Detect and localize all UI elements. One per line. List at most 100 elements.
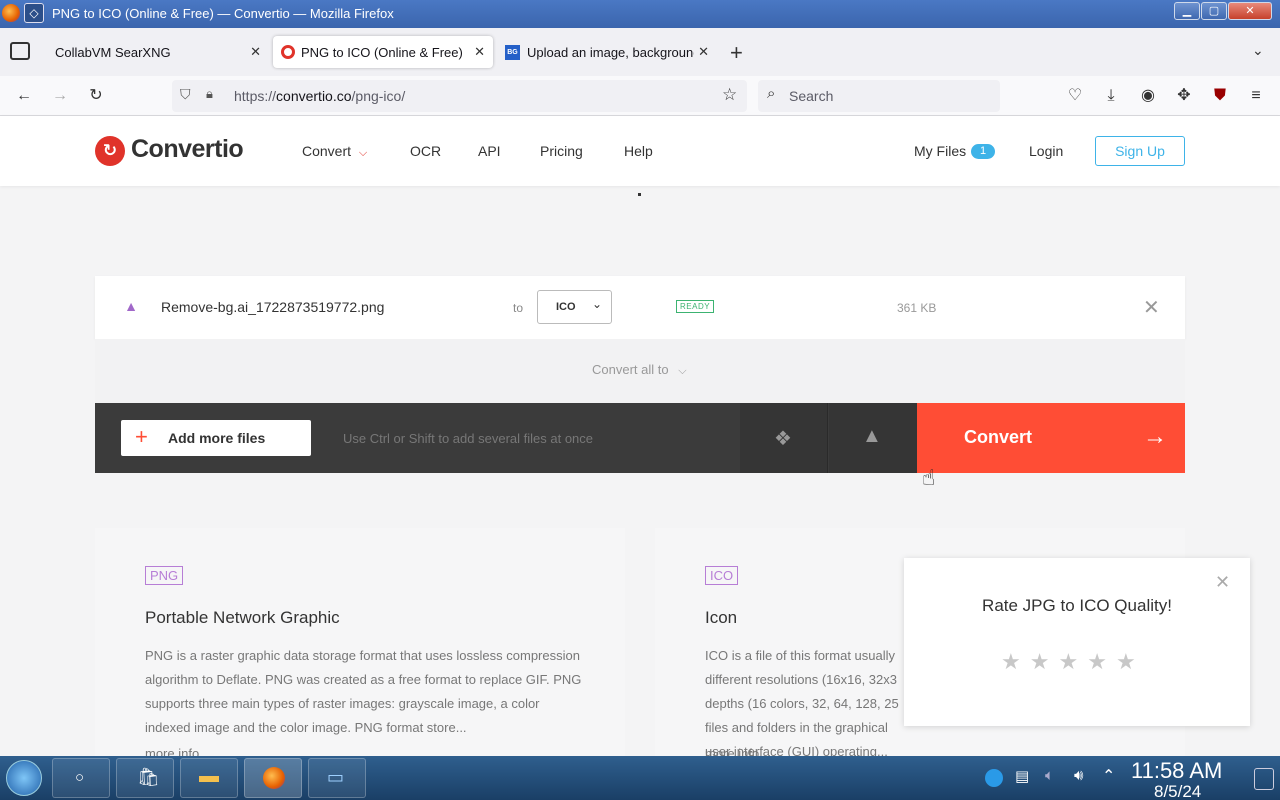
clock-date[interactable]: 8/5/24 [1154, 782, 1201, 800]
close-tab-icon[interactable]: ✕ [470, 44, 485, 60]
taskbar-explorer-button[interactable]: ▬ [180, 758, 238, 798]
file-row: ▲ Remove-bg.ai_1722873519772.png to ICO … [95, 276, 1185, 339]
firefox-icon [263, 767, 285, 789]
window-menu-icon[interactable]: ◇ [24, 3, 44, 23]
url-domain: convertio.co [276, 88, 352, 104]
new-tab-button[interactable]: + [730, 40, 743, 66]
account-icon[interactable]: ◉ [1136, 84, 1160, 108]
extensions-icon[interactable]: ✥ [1172, 84, 1196, 108]
popup-title: Rate JPG to ICO Quality! [982, 596, 1172, 615]
add-more-files-button[interactable]: + Add more files [121, 420, 311, 456]
nav-label: Convert [302, 143, 352, 159]
dropbox-button[interactable]: ❖ [740, 403, 828, 473]
clock-time[interactable]: 11:58 AM [1131, 758, 1222, 784]
tab-searxng[interactable]: CollabVM SearXNG ✕ [43, 36, 269, 68]
convert-button[interactable]: Convert → [917, 403, 1185, 473]
maximize-button[interactable]: ▢ [1201, 2, 1227, 20]
url-bar[interactable]: ⛉ 🔒︎ https://convertio.co/png-ico/ ☆ [172, 80, 747, 112]
convert-all-dropdown[interactable]: Convert all to ⌵ [592, 362, 687, 378]
dropbox-icon: ❖ [774, 428, 792, 450]
tab-label: CollabVM SearXNG [55, 45, 171, 60]
taskbar-search-button[interactable]: ○ [52, 758, 110, 798]
add-more-files-label: Add more files [168, 430, 266, 446]
format-tag-png: PNG [145, 566, 184, 585]
url-prefix: https:// [234, 88, 277, 104]
close-window-button[interactable]: ✕ [1228, 2, 1272, 20]
star-rating: ★★★★★ [1001, 649, 1145, 675]
format-select-value: ICO [556, 301, 576, 313]
clipboard-icon[interactable]: ▤ [1015, 767, 1029, 785]
close-tab-icon[interactable]: ✕ [250, 44, 261, 60]
minimize-button[interactable]: ▁ [1174, 2, 1200, 20]
nav-convert[interactable]: Convert ⌵ [302, 143, 367, 160]
downloads-icon[interactable]: ⤓ [1099, 84, 1123, 108]
nav-api[interactable]: API [478, 143, 501, 159]
bookmark-star-icon[interactable]: ☆ [722, 85, 737, 105]
file-name: Remove-bg.ai_1722873519772.png [161, 299, 385, 315]
window-titlebar: ◇ PNG to ICO (Online & Free) — Convertio… [0, 0, 1280, 28]
lock-icon[interactable]: 🔒︎ [206, 86, 213, 102]
signup-button[interactable]: Sign Up [1095, 136, 1185, 166]
my-files-link[interactable]: My Files [914, 143, 966, 159]
tray-app-icon[interactable] [985, 769, 1003, 787]
convertio-logo-icon: ↻ [95, 136, 125, 166]
menu-hamburger-icon[interactable]: ≡ [1244, 84, 1268, 108]
forward-arrow-icon[interactable]: → [48, 84, 72, 108]
list-all-tabs-icon[interactable]: ⌄ [1252, 42, 1264, 59]
search-icon: ⌕ [767, 85, 776, 102]
card-title: Portable Network Graphic [145, 608, 340, 627]
google-drive-icon: ▲ [862, 425, 882, 447]
status-badge: READY [676, 300, 715, 313]
tab-convertio[interactable]: PNG to ICO (Online & Free) ✕ [273, 36, 493, 68]
rating-popup: ✕ Rate JPG to ICO Quality! ★★★★★ [904, 558, 1250, 726]
reload-icon[interactable]: ↻ [84, 84, 108, 108]
multi-select-hint: Use Ctrl or Shift to add several files a… [343, 431, 594, 446]
bg-favicon-icon: BG [505, 45, 520, 60]
firefox-app-icon [2, 4, 20, 22]
monitor-icon: ▭ [327, 767, 345, 787]
volume-icon[interactable]: 🔊︎ [1074, 767, 1083, 784]
tab-label: PNG to ICO (Online & Free) [301, 45, 463, 60]
ublock-icon[interactable]: ⛊ [1208, 84, 1232, 108]
format-select[interactable]: ICO ⌄ [537, 290, 612, 324]
taskbar-firefox-button[interactable] [244, 758, 302, 798]
format-tag-ico: ICO [705, 566, 739, 585]
action-bar: + Add more files Use Ctrl or Shift to ad… [95, 403, 1185, 473]
nav-ocr[interactable]: OCR [410, 143, 441, 159]
chevron-up-icon[interactable]: ⌃ [1102, 766, 1115, 786]
my-files-count-badge: 1 [971, 144, 995, 159]
star-3-icon[interactable]: ★ [1058, 649, 1087, 674]
tab-upload-image[interactable]: BG Upload an image, background ✕ [497, 36, 717, 68]
convert-label: Convert [964, 427, 1033, 447]
url-text: https://convertio.co/png-ico/ [234, 88, 405, 104]
taskbar-store-button[interactable]: 🛍︎ [116, 758, 174, 798]
back-arrow-icon[interactable]: ← [12, 84, 36, 108]
window-title: PNG to ICO (Online & Free) — Convertio —… [52, 6, 394, 21]
plus-icon: + [135, 424, 148, 449]
show-desktop-button[interactable] [1254, 768, 1274, 790]
shield-icon[interactable]: ⛉ [180, 86, 191, 103]
start-button[interactable] [6, 760, 42, 796]
star-4-icon[interactable]: ★ [1087, 649, 1116, 674]
google-drive-button[interactable]: ▲ [829, 403, 917, 473]
close-tab-icon[interactable]: ✕ [694, 44, 709, 60]
tab-manager-icon[interactable] [10, 42, 30, 60]
pocket-icon[interactable]: ♡ [1063, 84, 1087, 108]
remove-file-icon[interactable]: ✕ [1143, 295, 1160, 320]
search-bar[interactable]: ⌕ Search [758, 80, 1000, 112]
close-popup-icon[interactable]: ✕ [1215, 572, 1230, 593]
tab-label: Upload an image, background [527, 45, 701, 60]
star-2-icon[interactable]: ★ [1030, 649, 1059, 674]
taskbar-remote-desktop-button[interactable]: ▭ [308, 758, 366, 798]
star-1-icon[interactable]: ★ [1001, 649, 1030, 674]
tab-bar: CollabVM SearXNG ✕ PNG to ICO (Online & … [0, 28, 1280, 76]
nav-help[interactable]: Help [624, 143, 653, 159]
url-path: /png-ico/ [351, 88, 406, 104]
volume-muted-icon[interactable]: 🔈︎ [1045, 767, 1054, 784]
star-5-icon[interactable]: ★ [1116, 649, 1145, 674]
convert-all-label: Convert all to [592, 362, 669, 377]
login-link[interactable]: Login [1029, 143, 1063, 159]
search-icon: ○ [75, 769, 85, 786]
store-icon: 🛍︎ [137, 767, 160, 787]
nav-pricing[interactable]: Pricing [540, 143, 583, 159]
